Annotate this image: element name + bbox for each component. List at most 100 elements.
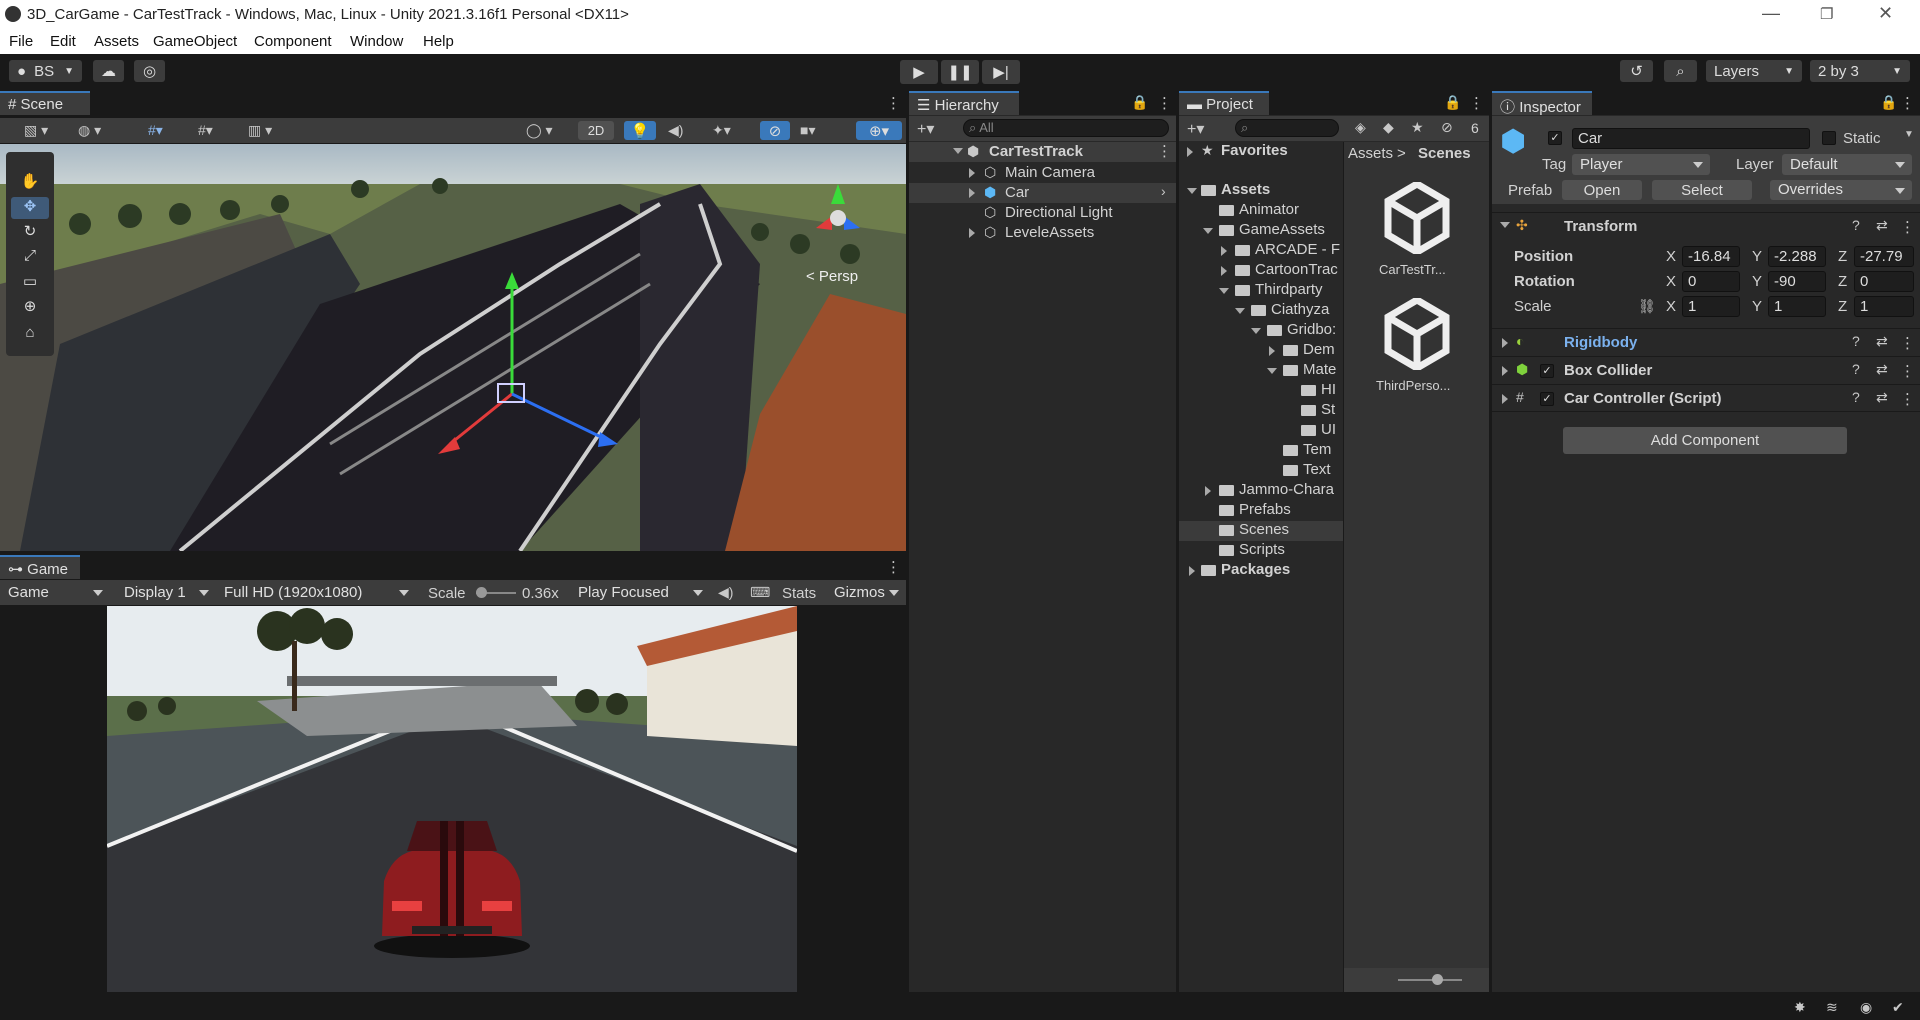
expand-icon[interactable] (1221, 246, 1227, 256)
game-menu-icon[interactable] (886, 558, 901, 576)
position-x-field[interactable]: -16.84 (1682, 246, 1740, 267)
car-controller-menu-icon[interactable] (1900, 390, 1915, 408)
perspective-label[interactable]: < Persp (806, 268, 858, 285)
hidden-packages-icon[interactable]: ⊘ (1441, 119, 1453, 136)
add-icon[interactable]: +▾ (917, 119, 934, 139)
menu-component[interactable]: Component (254, 33, 332, 50)
gizmos-dropdown[interactable]: Gizmos (826, 582, 906, 603)
draw-mode-icon[interactable]: ▧ ▾ (24, 122, 48, 139)
move-tool-icon[interactable]: ✥ (11, 197, 49, 219)
step-button[interactable]: ▶| (982, 60, 1020, 84)
mode-2d-button[interactable]: 2D (578, 121, 614, 140)
overrides-dropdown[interactable]: Overrides (1770, 180, 1912, 200)
rotate-tool-icon[interactable]: ↻ (11, 222, 49, 244)
expand-icon[interactable] (1269, 346, 1275, 356)
layer-dropdown[interactable]: Default (1782, 154, 1912, 175)
expand-icon[interactable] (1500, 222, 1510, 228)
menu-gameobject[interactable]: GameObject (153, 33, 237, 50)
help-icon[interactable]: ? (1852, 333, 1860, 349)
expand-icon[interactable] (969, 228, 975, 238)
close-icon[interactable]: ✕ (1878, 3, 1893, 24)
presets-icon[interactable]: ⇄ (1876, 389, 1888, 406)
tab-hierarchy[interactable]: ☰ Hierarchy (909, 91, 1019, 115)
lock-icon[interactable]: 🔒 (1444, 94, 1461, 111)
inspector-menu-icon[interactable] (1900, 94, 1915, 112)
project-search-input[interactable]: ⌕ (1235, 119, 1339, 137)
help-icon[interactable]: ? (1852, 217, 1860, 233)
scale-slider-handle[interactable] (476, 587, 487, 598)
scene-viewport[interactable]: < Persp ✋ ✥ ↻ ⤢ ▭ ⊕ ⌂ (0, 144, 906, 551)
label-icon[interactable]: ◆ (1383, 119, 1394, 136)
unity-scene-asset-icon[interactable] (1384, 179, 1450, 257)
menu-edit[interactable]: Edit (50, 33, 76, 50)
active-checkbox[interactable]: ✓ (1548, 131, 1562, 145)
expand-icon[interactable] (1502, 366, 1508, 376)
rotation-y-field[interactable]: -90 (1768, 271, 1826, 292)
add-component-button[interactable]: Add Component (1563, 427, 1847, 454)
scale-tool-icon[interactable]: ⤢ (11, 247, 49, 269)
static-checkbox[interactable] (1822, 131, 1836, 145)
transform-tool-icon[interactable]: ⊕ (11, 297, 49, 319)
scene-row-menu-icon[interactable] (1157, 142, 1172, 160)
icon-size-handle[interactable] (1432, 974, 1443, 985)
box-collider-menu-icon[interactable] (1900, 362, 1915, 380)
prefab-select-button[interactable]: Select (1652, 180, 1752, 200)
expand-icon[interactable] (1219, 288, 1229, 294)
rect-tool-icon[interactable]: ▭ (11, 272, 49, 294)
add-icon[interactable]: +▾ (1187, 119, 1204, 139)
expand-icon[interactable] (1251, 328, 1261, 334)
tag-dropdown[interactable]: Player (1572, 154, 1710, 175)
icon-size-slider[interactable] (1398, 979, 1462, 981)
camera-icon[interactable]: ■▾ (800, 122, 815, 139)
breadcrumb-root[interactable]: Assets (1348, 145, 1393, 162)
box-collider-enabled-checkbox[interactable]: ✓ (1540, 364, 1554, 378)
expand-icon[interactable] (1235, 308, 1245, 314)
cloud-button[interactable]: ☁ (93, 60, 124, 82)
position-y-field[interactable]: -2.288 (1768, 246, 1826, 267)
menu-file[interactable]: File (9, 33, 33, 50)
expand-icon[interactable] (1205, 486, 1211, 496)
rotation-x-field[interactable]: 0 (1682, 271, 1740, 292)
effects-icon[interactable]: ✦▾ (712, 122, 731, 139)
hierarchy-item[interactable]: ⬡ Main Camera (909, 163, 1176, 183)
keyboard-icon[interactable]: ⌨ (750, 584, 770, 601)
expand-icon[interactable] (1189, 566, 1195, 576)
expand-icon[interactable] (1203, 228, 1213, 234)
history-button[interactable]: ↺ (1620, 60, 1653, 82)
custom-tool-icon[interactable]: ⌂ (11, 324, 49, 346)
expand-icon[interactable] (1221, 266, 1227, 276)
project-menu-icon[interactable] (1469, 94, 1484, 112)
resolution-dropdown[interactable]: Full HD (1920x1080) (216, 582, 416, 603)
scale-z-field[interactable]: 1 (1854, 296, 1914, 317)
menu-window[interactable]: Window (350, 33, 403, 50)
menu-assets[interactable]: Assets (94, 33, 139, 50)
audio-icon[interactable]: ◀) (668, 122, 683, 139)
help-icon[interactable]: ? (1852, 389, 1860, 405)
hierarchy-search-input[interactable]: ⌕ All (963, 119, 1169, 137)
game-viewport[interactable] (107, 606, 797, 992)
check-circle-icon[interactable]: ✔ (1892, 999, 1904, 1016)
lock-icon[interactable]: 🔒 (1880, 94, 1897, 111)
search-button[interactable]: ⌕ (1664, 60, 1697, 82)
expand-icon[interactable] (1187, 147, 1193, 157)
rigidbody-menu-icon[interactable] (1900, 334, 1915, 352)
gizmos-toggle[interactable]: ⊕▾ (856, 121, 902, 140)
audio-mute-icon[interactable]: ◀) (718, 584, 733, 601)
layout-dropdown[interactable]: 2 by 3 ▼ (1810, 60, 1910, 82)
grid-snap-icon[interactable]: #▾ (148, 122, 163, 139)
grid-icon[interactable]: #▾ (198, 122, 213, 139)
unity-scene-asset-icon[interactable] (1384, 295, 1450, 373)
expand-icon[interactable] (969, 188, 975, 198)
prefab-open-button[interactable]: Open (1562, 180, 1642, 200)
tab-project[interactable]: ▬ Project (1179, 91, 1269, 115)
object-name-field[interactable]: Car (1572, 128, 1810, 149)
presets-icon[interactable]: ⇄ (1876, 217, 1888, 234)
tree-item-selected[interactable]: Scenes (1179, 521, 1343, 541)
help-icon[interactable]: ? (1852, 361, 1860, 377)
position-z-field[interactable]: -27.79 (1854, 246, 1914, 267)
pause-button[interactable]: ❚❚ (941, 60, 979, 84)
layers-dropdown[interactable]: Layers ▼ (1706, 60, 1802, 82)
hierarchy-scene-row[interactable]: ⬢ CarTestTrack (909, 142, 1176, 162)
expand-icon[interactable] (969, 168, 975, 178)
account-dropdown[interactable]: ● BS ▼ (9, 60, 82, 82)
